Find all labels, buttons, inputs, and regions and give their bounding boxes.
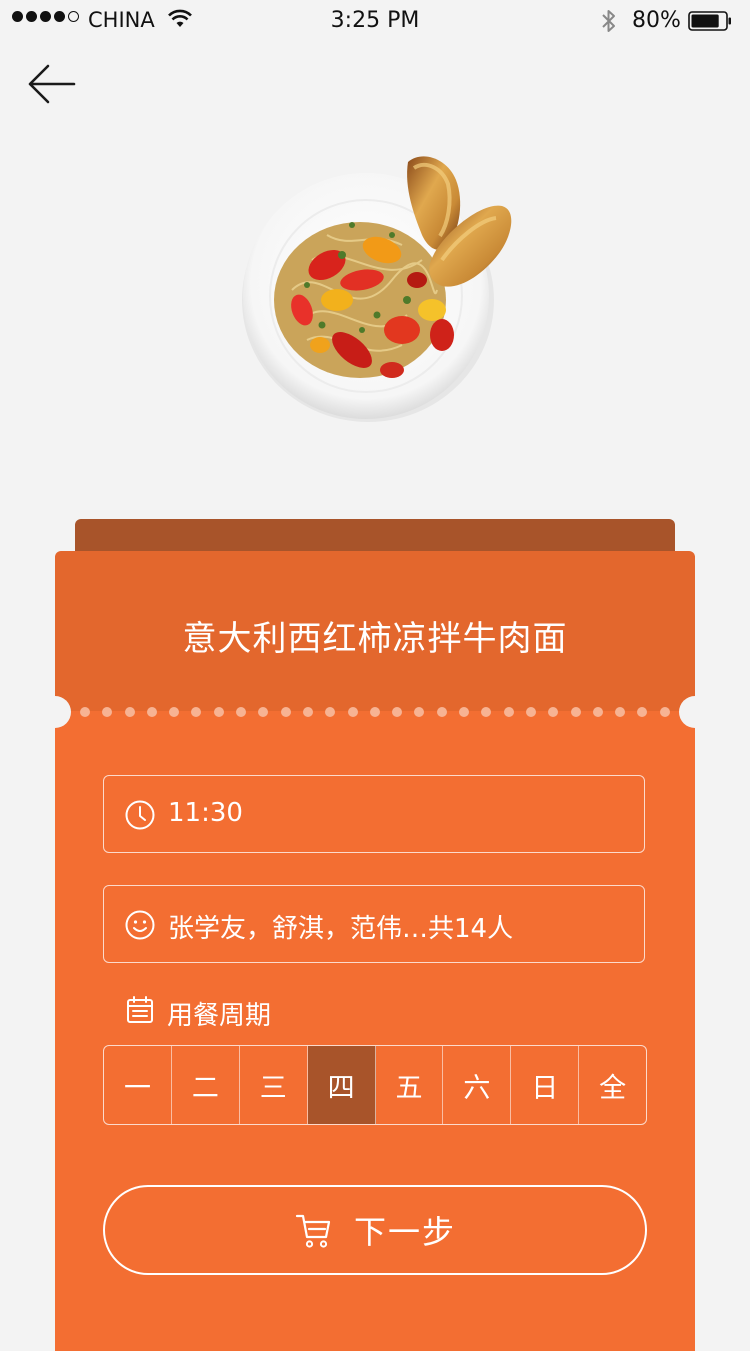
perforation-dot [213, 707, 224, 717]
status-bar: CHINA 3:25 PM 80% [0, 0, 750, 42]
clock-icon [125, 800, 155, 830]
perforation-dot [124, 707, 135, 717]
perforation-dot [459, 707, 470, 717]
ticket-header: 意大利西红柿凉拌牛肉面 [55, 551, 695, 711]
perforation-dot [280, 707, 291, 717]
perforation-dot [659, 707, 670, 717]
cart-icon [295, 1214, 331, 1248]
perforation-dot [637, 707, 648, 717]
perforation-dot [570, 707, 581, 717]
dish-image [242, 156, 512, 422]
day-option-mon[interactable]: 一 [104, 1046, 172, 1124]
next-step-button[interactable]: 下一步 [103, 1185, 647, 1275]
day-option-thu[interactable]: 四 [307, 1046, 376, 1124]
perforation-dot [347, 707, 358, 717]
day-option-fri[interactable]: 五 [376, 1046, 444, 1124]
day-option-sun[interactable]: 日 [511, 1046, 580, 1124]
bluetooth-icon [602, 10, 615, 32]
perforation-dot [503, 707, 514, 717]
smiley-icon [125, 910, 155, 940]
day-option-wed[interactable]: 三 [240, 1046, 308, 1124]
perforation-dot [80, 707, 90, 717]
perforation-dot [525, 707, 536, 717]
perforation-dot [414, 707, 425, 717]
perforation-dot [258, 707, 269, 717]
dish-title: 意大利西红柿凉拌牛肉面 [182, 619, 568, 659]
diners-value: 张学友，舒淇，范伟…共14人 [168, 914, 514, 944]
calendar-icon [127, 996, 153, 1023]
back-arrow-icon[interactable] [26, 58, 78, 110]
perforation-dot [102, 707, 113, 717]
ticket-notch-left [39, 696, 71, 728]
perforation-dot [369, 707, 380, 717]
perforation-dot [481, 707, 492, 717]
order-form: 11:30 张学友，舒淇，范伟…共14人 用餐周期 一 二 三 四 五 六 日 … [55, 711, 695, 1351]
next-step-label: 下一步 [353, 1213, 456, 1251]
ticket-notch-right [679, 696, 711, 728]
perforation-dot [146, 707, 157, 717]
perforation-dot [548, 707, 559, 717]
perforation-dot [191, 707, 202, 717]
battery-percentage: 80% [632, 8, 681, 33]
perforation-dot [615, 707, 626, 717]
weekday-selector: 一 二 三 四 五 六 日 全 [103, 1045, 647, 1125]
perforation-dot [302, 707, 313, 717]
perforation-dot [436, 707, 447, 717]
battery-icon [688, 11, 731, 31]
day-option-all[interactable]: 全 [579, 1046, 646, 1124]
perforation-dot [592, 707, 603, 717]
meal-time-value: 11:30 [168, 798, 243, 828]
day-option-tue[interactable]: 二 [172, 1046, 240, 1124]
ticket-perforation [80, 706, 670, 718]
perforation-dot [236, 707, 247, 717]
day-option-sat[interactable]: 六 [443, 1046, 512, 1124]
meal-time-field[interactable]: 11:30 [103, 775, 645, 853]
diners-field[interactable]: 张学友，舒淇，范伟…共14人 [103, 885, 645, 963]
perforation-dot [392, 707, 403, 717]
perforation-dot [169, 707, 180, 717]
perforation-dot [325, 707, 336, 717]
